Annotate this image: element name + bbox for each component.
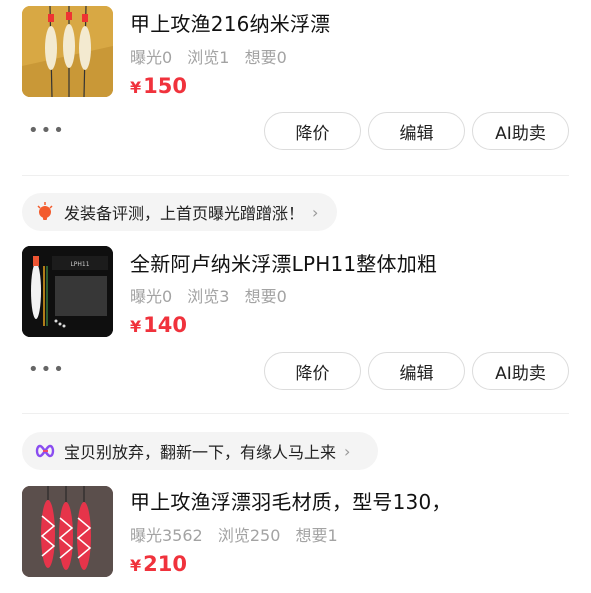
promo-tip-2[interactable]: 宝贝别放弃，翻新一下，有缘人马上来 › [22,432,378,470]
price-value: 140 [143,313,187,337]
reduce-price-button[interactable]: 降价 [264,352,361,390]
lightbulb-icon [34,201,56,223]
tip-text: 发装备评测，上首页曝光蹭蹭涨！ [64,204,305,223]
thumb-caption: LPH11 [70,261,89,268]
product-stats: 曝光0 浏览3 想要0 [130,283,297,307]
product-stats: 曝光3562 浏览250 想要1 [130,522,348,546]
chevron-right-icon: › [312,202,319,222]
want-count: 想要0 [244,48,287,67]
price-value: 210 [143,552,187,576]
refresh-infinity-icon [34,440,56,462]
product-title[interactable]: 甲上攻渔浮漂羽毛材质，型号130， [130,486,452,515]
product-title[interactable]: 全新阿卢纳米浮漂LPH11整体加粗 [130,248,437,277]
product-price: ¥140 [130,313,187,337]
currency-symbol: ¥ [130,78,142,97]
product-price: ¥210 [130,552,187,576]
view-count: 浏览250 [217,526,281,545]
product-stats: 曝光0 浏览1 想要0 [130,44,297,68]
more-dots-icon[interactable]: ••• [28,359,66,380]
listing-card-2[interactable]: LPH11 全新阿卢纳米浮漂LPH11整体加粗 曝光0 浏览3 想要0 ¥140… [0,240,591,410]
card-divider [22,413,569,414]
product-thumbnail[interactable]: LPH11 [22,246,113,337]
product-price: ¥150 [130,74,187,98]
view-count: 浏览3 [187,287,230,306]
ai-assist-sell-button[interactable]: AI助卖 [472,352,569,390]
currency-symbol: ¥ [130,556,142,575]
exposure-count: 曝光3562 [130,526,203,545]
card-divider [22,175,569,176]
edit-button[interactable]: 编辑 [368,352,465,390]
ai-assist-sell-button[interactable]: AI助卖 [472,112,569,150]
edit-button[interactable]: 编辑 [368,112,465,150]
product-thumbnail[interactable] [22,486,113,577]
currency-symbol: ¥ [130,317,142,336]
want-count: 想要0 [244,287,287,306]
chevron-right-icon: › [344,441,351,461]
reduce-price-button[interactable]: 降价 [264,112,361,150]
price-value: 150 [143,74,187,98]
want-count: 想要1 [295,526,338,545]
tip-text: 宝贝别放弃，翻新一下，有缘人马上来 [64,443,337,462]
listing-card-1[interactable]: 甲上攻渔216纳米浮漂 曝光0 浏览1 想要0 ¥150 ••• 降价 编辑 A… [0,0,591,175]
product-title[interactable]: 甲上攻渔216纳米浮漂 [130,8,330,37]
view-count: 浏览1 [187,48,230,67]
promo-tip-1[interactable]: 发装备评测，上首页曝光蹭蹭涨！ › [22,193,337,231]
more-dots-icon[interactable]: ••• [28,120,66,141]
exposure-count: 曝光0 [130,287,173,306]
product-thumbnail[interactable] [22,6,113,97]
listing-card-3[interactable]: 甲上攻渔浮漂羽毛材质，型号130， 曝光3562 浏览250 想要1 ¥210 [0,480,591,593]
exposure-count: 曝光0 [130,48,173,67]
